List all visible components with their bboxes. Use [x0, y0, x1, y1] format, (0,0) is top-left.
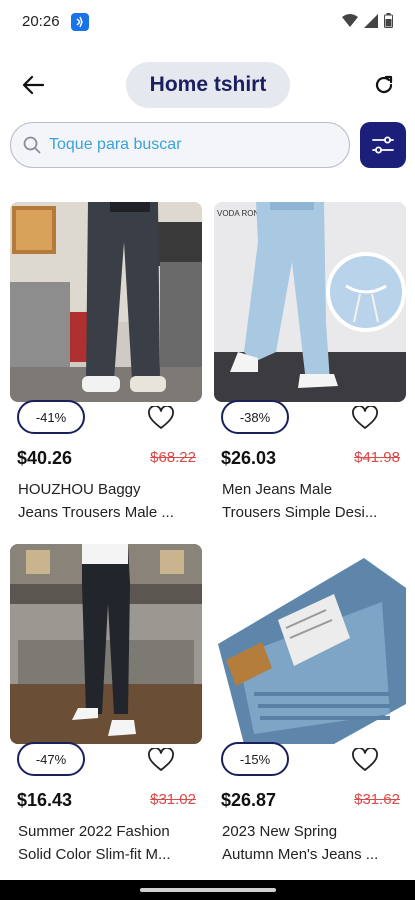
product-card[interactable]: VODA RONO -38% $26.03 $41.98 Men Jeans M…	[214, 198, 406, 530]
refresh-button[interactable]	[369, 70, 399, 100]
product-title[interactable]: HOUZHOU Baggy Jeans Trousers Male ...	[18, 478, 196, 524]
discount-badge: -41%	[17, 400, 85, 434]
search-row	[10, 122, 406, 168]
filter-sliders-icon	[372, 136, 394, 154]
product-old-price: $31.62	[354, 791, 400, 808]
discount-badge: -38%	[221, 400, 289, 434]
heart-icon	[148, 748, 174, 771]
product-image[interactable]	[10, 202, 202, 402]
product-old-price: $68.22	[150, 449, 196, 466]
product-price: $26.03	[221, 448, 277, 468]
product-title-line: Autumn Men's Jeans ...	[222, 846, 379, 863]
page-title: Home tshirt	[126, 62, 290, 108]
search-icon	[23, 136, 41, 154]
system-navigation-bar	[0, 880, 415, 900]
product-title-line: Jeans Trousers Male ...	[18, 504, 174, 521]
product-title-line: 2023 New Spring	[222, 823, 338, 840]
product-title[interactable]: Men Jeans Male Trousers Simple Desi...	[222, 478, 400, 524]
app-header: Home tshirt	[0, 58, 415, 112]
product-price: $40.26	[17, 448, 73, 468]
product-image[interactable]	[10, 544, 202, 744]
heart-icon	[352, 748, 378, 771]
product-title-line: Trousers Simple Desi...	[222, 504, 378, 521]
status-time: 20:26	[22, 13, 60, 30]
notification-app-icon	[71, 13, 89, 31]
product-card[interactable]: -15% $26.87 $31.62 2023 New Spring Autum…	[214, 540, 406, 872]
product-title-line: Solid Color Slim-fit M...	[18, 846, 171, 863]
favorite-button[interactable]	[146, 746, 176, 774]
product-title-line: Men Jeans Male	[222, 481, 333, 498]
battery-icon	[384, 13, 393, 28]
product-card[interactable]: -47% $16.43 $31.02 Summer 2022 Fashion S…	[10, 540, 202, 872]
status-icons	[342, 13, 393, 28]
status-bar: 20:26	[0, 0, 415, 44]
refresh-icon	[375, 75, 393, 94]
filter-button[interactable]	[360, 122, 406, 168]
product-image[interactable]: VODA RONO	[214, 202, 406, 402]
product-title[interactable]: 2023 New Spring Autumn Men's Jeans ...	[222, 820, 400, 866]
product-old-price: $41.98	[354, 449, 400, 466]
product-price: $26.87	[221, 790, 277, 810]
search-input[interactable]	[49, 136, 319, 154]
signal-icon	[364, 13, 378, 28]
discount-badge: -47%	[17, 742, 85, 776]
discount-badge: -15%	[221, 742, 289, 776]
product-title[interactable]: Summer 2022 Fashion Solid Color Slim-fit…	[18, 820, 196, 866]
product-title-line: HOUZHOU Baggy	[18, 481, 141, 498]
favorite-button[interactable]	[350, 404, 380, 432]
favorite-button[interactable]	[350, 746, 380, 774]
product-old-price: $31.02	[150, 791, 196, 808]
heart-icon	[352, 406, 378, 429]
home-gesture-handle[interactable]	[140, 888, 276, 892]
back-button[interactable]	[18, 70, 48, 100]
favorite-button[interactable]	[146, 404, 176, 432]
wifi-icon	[342, 13, 358, 27]
product-card[interactable]: -41% $40.26 $68.22 HOUZHOU Baggy Jeans T…	[10, 198, 202, 530]
search-box[interactable]	[10, 122, 350, 168]
product-title-line: Summer 2022 Fashion	[18, 823, 170, 840]
heart-icon	[148, 406, 174, 429]
product-price: $16.43	[17, 790, 73, 810]
product-image[interactable]	[214, 544, 406, 744]
back-arrow-icon	[22, 75, 44, 95]
